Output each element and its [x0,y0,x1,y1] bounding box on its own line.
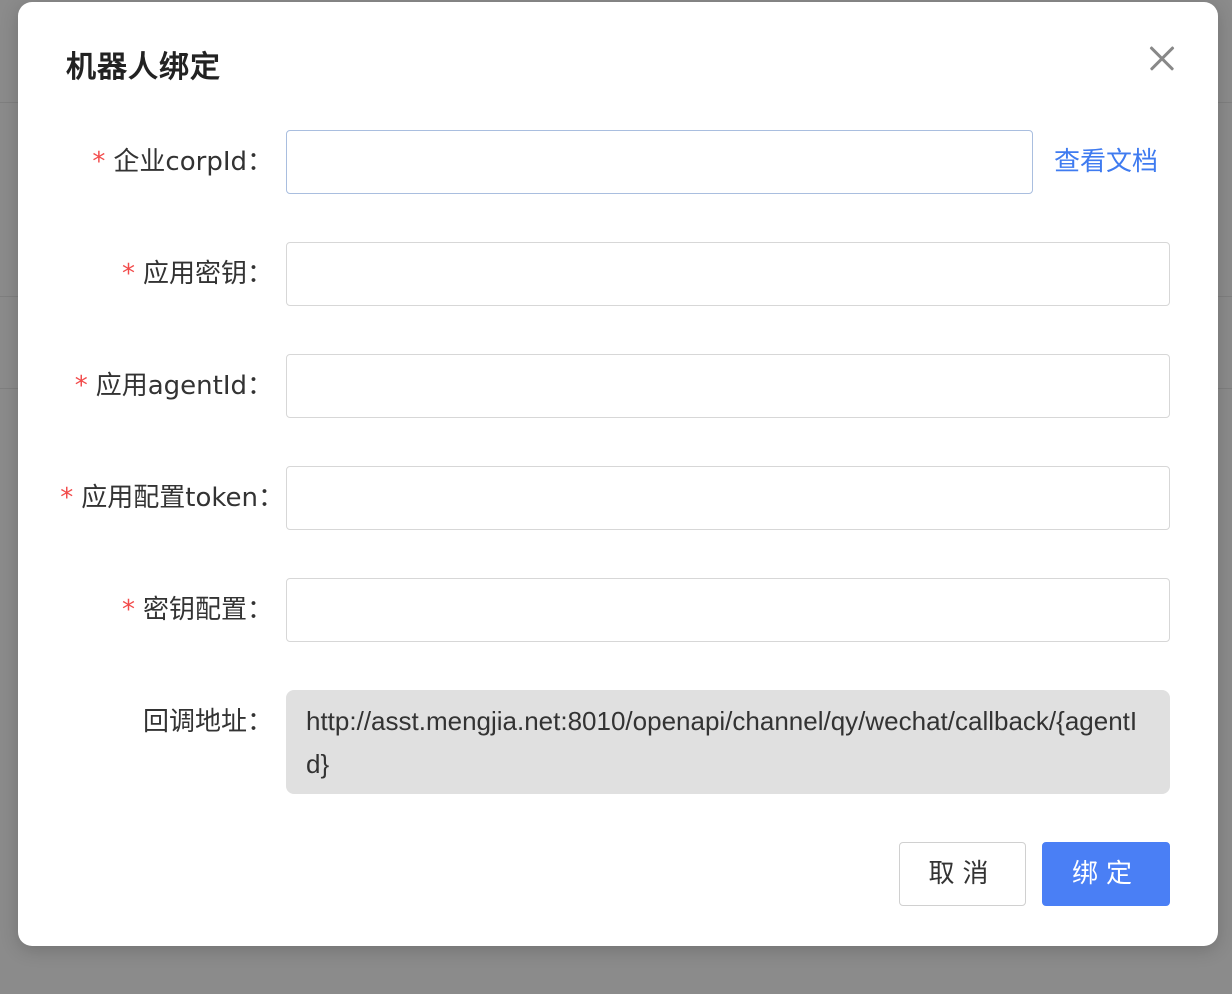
callback-url-value: http://asst.mengjia.net:8010/openapi/cha… [286,690,1170,794]
required-mark: * [74,371,88,401]
close-icon[interactable] [1146,42,1178,74]
corp-id-input[interactable] [286,130,1033,194]
view-docs-link[interactable]: 查看文档 [1054,130,1158,194]
required-mark: * [121,595,135,625]
form-row-callback: 回调地址： http://asst.mengjia.net:8010/opena… [18,690,1218,794]
agent-id-input[interactable] [286,354,1170,418]
cancel-button[interactable]: 取消 [899,842,1026,906]
form-row-token: * 应用配置token： [18,466,1218,530]
app-secret-label: * 应用密钥： [121,259,273,289]
key-config-label: * 密钥配置： [121,595,273,625]
token-label: * 应用配置token： [60,483,284,513]
app-secret-input[interactable] [286,242,1170,306]
required-mark: * [121,259,135,289]
form-row-agent-id: * 应用agentId： [18,354,1218,418]
form-row-corp-id: * 企业corpId： 查看文档 [18,130,1218,194]
form-row-app-secret: * 应用密钥： [18,242,1218,306]
form-row-key-config: * 密钥配置： [18,578,1218,642]
key-config-input[interactable] [286,578,1170,642]
agent-id-label: * 应用agentId： [74,371,273,401]
dialog-title: 机器人绑定 [66,50,221,85]
bind-button[interactable]: 绑定 [1042,842,1170,906]
robot-bind-dialog: 机器人绑定 * 企业corpId： 查看文档 * 应用密钥： * 应用agentId：… [18,2,1218,946]
corp-id-label: * 企业corpId： [92,147,273,177]
token-input[interactable] [286,466,1170,530]
required-mark: * [92,147,106,177]
required-mark: * [60,483,74,513]
callback-label: 回调地址： [142,707,273,737]
